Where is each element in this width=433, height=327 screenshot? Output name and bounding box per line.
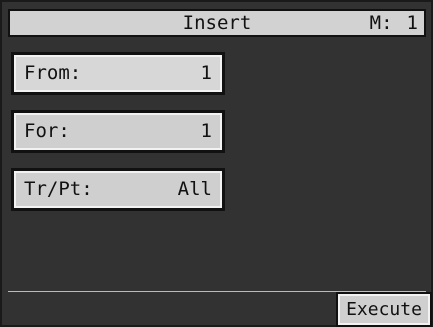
- track-part-label: Tr/Pt:: [24, 178, 93, 200]
- for-value: 1: [200, 120, 212, 142]
- from-value: 1: [200, 62, 212, 84]
- track-part-field[interactable]: Tr/Pt: All: [11, 168, 225, 211]
- for-field[interactable]: For: 1: [11, 110, 225, 153]
- insert-screen: Insert M: 1 From: 1 For: 1 Tr/Pt: All Exe…: [0, 0, 433, 327]
- measure-value: 1: [406, 12, 418, 34]
- from-field[interactable]: From: 1: [11, 52, 225, 95]
- measure-label: M:: [369, 12, 393, 34]
- title-bar: Insert M: 1: [8, 9, 426, 37]
- execute-button[interactable]: Execute: [336, 292, 432, 327]
- track-part-field-box[interactable]: Tr/Pt: All: [14, 171, 222, 208]
- track-part-value: All: [177, 178, 212, 200]
- measure-indicator: M: 1: [370, 11, 418, 35]
- for-field-box[interactable]: For: 1: [14, 113, 222, 150]
- footer-divider: [8, 291, 426, 292]
- for-label: For:: [24, 120, 70, 142]
- page-title: Insert: [182, 12, 252, 34]
- from-field-box[interactable]: From: 1: [14, 55, 222, 92]
- from-label: From:: [24, 62, 82, 84]
